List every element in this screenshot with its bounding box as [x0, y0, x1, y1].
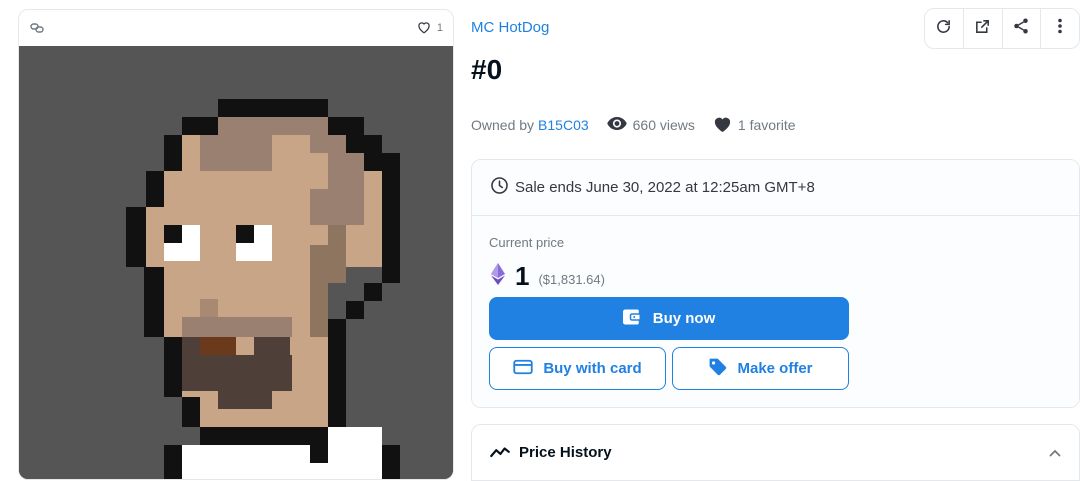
- owner-link[interactable]: B15C03: [538, 117, 589, 133]
- external-link-icon: [974, 18, 991, 40]
- heart-outline-icon: [416, 20, 432, 37]
- chevron-up-icon: [1049, 444, 1061, 462]
- price-history-title: Price History: [519, 444, 612, 461]
- price-eth: 1: [515, 261, 530, 291]
- price-usd: ($1,831.64): [538, 271, 605, 287]
- sale-ends-header: Sale ends June 30, 2022 at 12:25am GMT+8: [472, 160, 1079, 216]
- item-meta-row: Owned by B15C03 660 views 1 favorite: [471, 116, 796, 134]
- owned-by-label: Owned by: [471, 117, 535, 133]
- trend-line-icon: [490, 444, 510, 462]
- buy-now-label: Buy now: [652, 310, 716, 327]
- eye-icon: [606, 117, 627, 133]
- current-price-label: Current price: [489, 235, 565, 250]
- favorites-text: 1 favorite: [737, 117, 796, 133]
- price-history-accordion[interactable]: Price History: [471, 424, 1080, 481]
- views-text: 660 views: [632, 117, 695, 133]
- heart-filled-icon: [713, 116, 732, 135]
- buy-with-card-button[interactable]: Buy with card: [489, 347, 666, 390]
- link-chain-icon[interactable]: [29, 20, 45, 36]
- buy-with-card-label: Buy with card: [543, 360, 642, 377]
- eth-icon: [491, 263, 505, 290]
- clock-icon: [490, 176, 509, 199]
- image-card-header: 1: [19, 10, 453, 46]
- nft-image-card: 1: [18, 9, 454, 480]
- credit-card-icon: [513, 359, 533, 379]
- make-offer-button[interactable]: Make offer: [672, 347, 849, 390]
- item-toolbar: [924, 8, 1080, 49]
- share-button[interactable]: [1003, 9, 1042, 48]
- price-row: 1 ($1,831.64): [491, 261, 605, 292]
- wallet-icon: [622, 309, 641, 329]
- price-history-header: Price History: [490, 444, 612, 462]
- sale-ends-text: Sale ends June 30, 2022 at 12:25am GMT+8: [515, 179, 815, 196]
- views-count: 660 views: [606, 117, 695, 133]
- more-options-button[interactable]: [1041, 9, 1079, 48]
- open-external-button[interactable]: [964, 9, 1003, 48]
- make-offer-label: Make offer: [737, 360, 813, 377]
- nft-pixel-art-image[interactable]: [19, 46, 453, 479]
- token-title: #0: [471, 54, 503, 85]
- tag-icon: [708, 357, 727, 380]
- favorites-count[interactable]: 1 favorite: [713, 116, 796, 135]
- favorite-count: 1: [436, 22, 443, 34]
- more-vertical-icon: [1057, 18, 1063, 39]
- collection-link[interactable]: MC HotDog: [471, 19, 549, 36]
- refresh-icon: [935, 18, 952, 40]
- favorite-button[interactable]: 1: [416, 20, 443, 37]
- refresh-button[interactable]: [925, 9, 964, 48]
- share-icon: [1012, 17, 1030, 40]
- buy-now-button[interactable]: Buy now: [489, 297, 849, 340]
